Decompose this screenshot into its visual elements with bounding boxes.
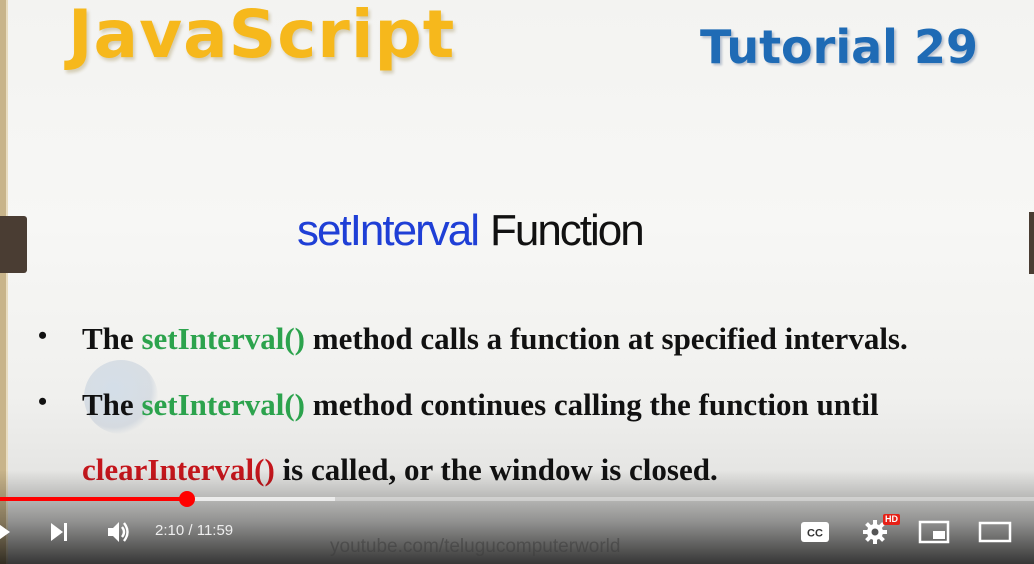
code-setinterval: setInterval() <box>141 387 305 422</box>
url-watermark: youtube.com/telugucomputerworld <box>330 536 621 557</box>
bullet-dot: • <box>38 321 48 350</box>
volume-icon <box>108 522 129 542</box>
heading-keyword: setInterval <box>297 206 480 255</box>
tutorial-number: Tutorial 29 <box>700 20 978 74</box>
hd-badge: HD <box>883 514 900 525</box>
video-player[interactable]: JavaScript Tutorial 29 setInterval Functi… <box>0 0 1034 564</box>
current-time: 2:10 <box>155 522 185 539</box>
time-display: 2:10 / 11:59 <box>155 522 233 539</box>
miniplayer-icon <box>918 520 950 544</box>
volume-button[interactable] <box>102 512 136 552</box>
theater-icon <box>978 521 1012 543</box>
heading-rest: Function <box>489 206 645 255</box>
bullet-dot: • <box>38 387 48 416</box>
bullet-1: • The setInterval() method calls a funct… <box>38 321 908 356</box>
time-separator: / <box>188 522 193 539</box>
code-setinterval: setInterval() <box>141 321 305 356</box>
svg-text:CC: CC <box>807 528 823 540</box>
captions-button[interactable]: CC <box>798 512 832 552</box>
progress-played <box>0 497 188 501</box>
theater-mode-button[interactable] <box>976 512 1014 552</box>
duration: 11:59 <box>196 522 234 539</box>
next-icon <box>51 523 67 541</box>
slide-heading: setInterval Function <box>297 206 645 256</box>
miniplayer-button[interactable] <box>916 512 952 552</box>
next-button[interactable] <box>44 512 74 552</box>
captions-icon: CC <box>801 522 829 542</box>
bullet-2: • The setInterval() method continues cal… <box>38 387 879 422</box>
play-icon <box>0 524 10 540</box>
slide-title: JavaScript <box>68 0 456 73</box>
slide-handle-right <box>1029 212 1034 274</box>
slide-handle-left <box>0 216 27 273</box>
play-button[interactable] <box>0 512 14 552</box>
